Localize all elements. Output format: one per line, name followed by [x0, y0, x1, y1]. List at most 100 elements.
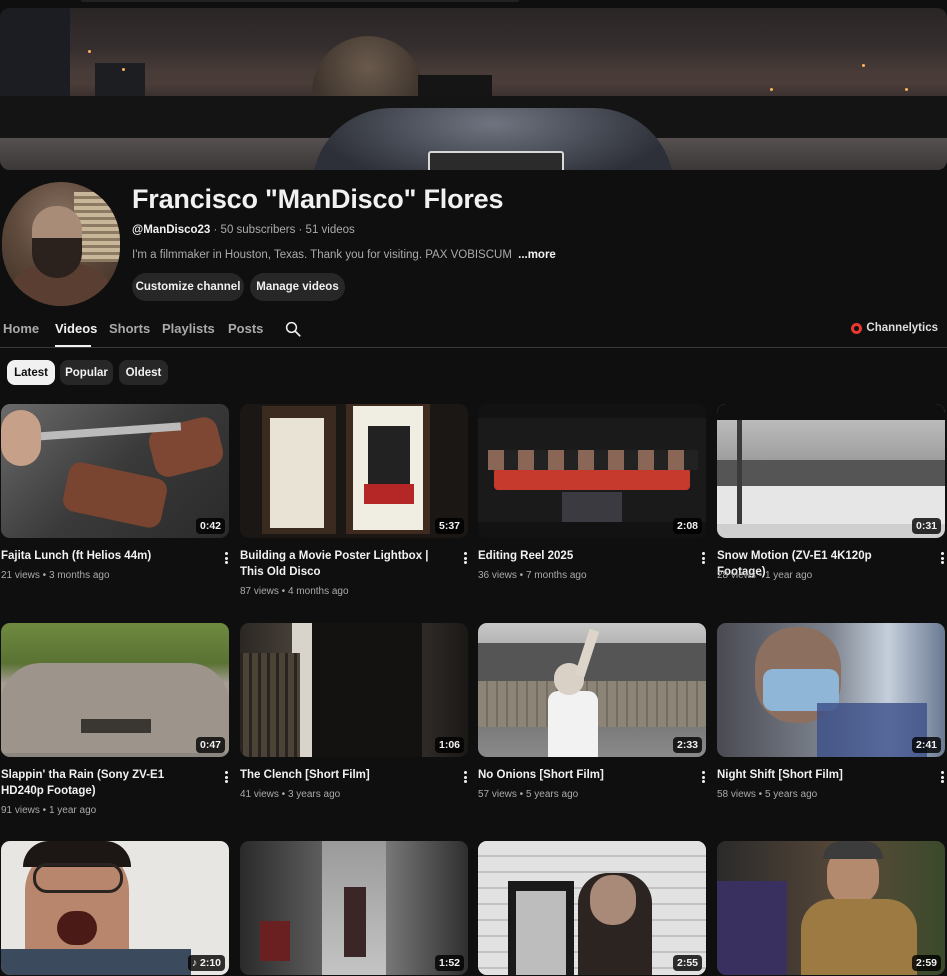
- thumb-glasses: [33, 863, 123, 893]
- channel-tabs: Home Videos Shorts Playlists Posts Chann…: [0, 312, 947, 348]
- banner-screen: [428, 151, 564, 170]
- video-duration: 2:55: [672, 955, 702, 971]
- thumb-photo: [516, 891, 566, 975]
- channel-meta: @ManDisco23 · 50 subscribers · 51 videos: [132, 224, 355, 236]
- thumb-grate: [81, 719, 151, 733]
- thumb-people: [488, 450, 698, 470]
- search-bar-edge: [80, 0, 520, 2]
- thumb-table: [494, 468, 690, 490]
- video-thumbnail[interactable]: 1:06: [240, 623, 468, 757]
- video-meta: 36 views • 7 months ago: [478, 570, 587, 581]
- tab-posts[interactable]: Posts: [228, 321, 263, 336]
- video-thumbnail[interactable]: 0:42: [1, 404, 229, 538]
- chip-latest[interactable]: Latest: [7, 360, 55, 385]
- more-actions-icon[interactable]: [220, 769, 232, 785]
- video-thumbnail[interactable]: ♪ 2:10: [1, 841, 229, 975]
- video-title[interactable]: Building a Movie Poster Lightbox | This …: [240, 548, 446, 580]
- video-meta: 57 views • 5 years ago: [478, 789, 579, 800]
- chip-popular[interactable]: Popular: [60, 360, 113, 385]
- video-duration: 2:33: [672, 737, 702, 753]
- video-thumbnail[interactable]: 2:59: [717, 841, 945, 975]
- banner-light: [905, 88, 908, 91]
- thumb-poster: [270, 418, 324, 528]
- more-actions-icon[interactable]: [220, 550, 232, 566]
- channel-name: Francisco "ManDisco" Flores: [132, 184, 504, 214]
- channelytics-extension[interactable]: Channelytics: [851, 322, 938, 334]
- thumb-person: [548, 691, 598, 757]
- video-thumbnail[interactable]: 0:31: [717, 404, 945, 538]
- banner-light: [88, 50, 91, 53]
- description-text: I'm a filmmaker in Houston, Texas. Thank…: [132, 249, 512, 261]
- manage-videos-button[interactable]: Manage videos: [250, 273, 345, 301]
- customize-channel-button[interactable]: Customize channel: [132, 273, 244, 301]
- video-meta: 28 views • 1 year ago: [717, 570, 813, 581]
- video-meta: 87 views • 4 months ago: [240, 586, 349, 597]
- top-bar: [0, 0, 947, 8]
- video-thumbnail[interactable]: 5:37: [240, 404, 468, 538]
- thumb-face: [590, 875, 636, 925]
- more-link[interactable]: ...more: [518, 249, 556, 261]
- video-title[interactable]: Slappin' tha Rain (Sony ZV-E1 HD240p Foo…: [1, 767, 207, 799]
- banner-light: [770, 88, 773, 91]
- active-tab-indicator: [55, 345, 91, 347]
- video-title[interactable]: Night Shift [Short Film]: [717, 767, 923, 783]
- video-duration: 0:42: [195, 518, 225, 534]
- video-duration: 2:59: [911, 955, 941, 971]
- video-meta: 41 views • 3 years ago: [240, 789, 341, 800]
- more-actions-icon[interactable]: [459, 769, 471, 785]
- thumb-cake: [562, 492, 622, 522]
- tab-home[interactable]: Home: [3, 321, 39, 336]
- more-actions-icon[interactable]: [459, 550, 471, 566]
- thumb-beanie: [823, 841, 883, 859]
- thumb-steak: [60, 460, 170, 530]
- tab-playlists[interactable]: Playlists: [162, 321, 215, 336]
- video-thumbnail[interactable]: 0:47: [1, 623, 229, 757]
- channel-description[interactable]: I'm a filmmaker in Houston, Texas. Thank…: [132, 249, 556, 261]
- more-actions-icon[interactable]: [936, 769, 947, 785]
- video-duration: 0:47: [195, 737, 225, 753]
- tab-shorts[interactable]: Shorts: [109, 321, 150, 336]
- thumb-silhouette: [312, 623, 422, 757]
- thumb-letterbox: [717, 404, 945, 420]
- more-actions-icon[interactable]: [697, 550, 709, 566]
- video-thumbnail[interactable]: 2:55: [478, 841, 706, 975]
- thumb-shirt: [1, 949, 191, 975]
- video-title[interactable]: No Onions [Short Film]: [478, 767, 684, 783]
- thumb-chair: [260, 921, 290, 961]
- search-icon[interactable]: [284, 320, 302, 338]
- more-actions-icon[interactable]: [697, 769, 709, 785]
- video-title[interactable]: Fajita Lunch (ft Helios 44m): [1, 548, 207, 564]
- video-duration: 1:06: [434, 737, 464, 753]
- video-meta: 21 views • 3 months ago: [1, 570, 110, 581]
- video-meta: 58 views • 5 years ago: [717, 789, 818, 800]
- video-duration: 1:52: [434, 955, 464, 971]
- video-thumbnail[interactable]: 2:33: [478, 623, 706, 757]
- thumb-scrubs: [817, 703, 927, 757]
- video-duration: 0:31: [911, 518, 941, 534]
- thumb-figures: [368, 426, 410, 488]
- video-duration: 2:41: [911, 737, 941, 753]
- channel-avatar[interactable]: [2, 182, 120, 306]
- video-duration: 2:08: [672, 518, 702, 534]
- channelytics-icon: [851, 322, 863, 334]
- chip-oldest[interactable]: Oldest: [119, 360, 168, 385]
- video-thumbnail[interactable]: 1:52: [240, 841, 468, 975]
- thumb-logo: [364, 484, 414, 504]
- thumb-railing: [240, 653, 300, 757]
- video-thumbnail[interactable]: 2:41: [717, 623, 945, 757]
- video-duration: ♪ 2:10: [187, 955, 225, 971]
- video-meta: 91 views • 1 year ago: [1, 805, 97, 816]
- thumb-mouth: [57, 911, 97, 945]
- thumb-grill: [1, 663, 229, 753]
- video-title[interactable]: The Clench [Short Film]: [240, 767, 446, 783]
- thumb-hand: [1, 410, 41, 466]
- video-title[interactable]: Editing Reel 2025: [478, 548, 684, 564]
- thumb-person-left: [717, 881, 787, 975]
- channel-stats: · 50 subscribers · 51 videos: [210, 224, 355, 236]
- channel-banner: [0, 8, 947, 170]
- banner-light: [862, 64, 865, 67]
- video-thumbnail[interactable]: 2:08: [478, 404, 706, 538]
- tab-videos[interactable]: Videos: [55, 321, 97, 336]
- more-actions-icon[interactable]: [936, 550, 947, 566]
- thumb-jacket: [801, 899, 917, 975]
